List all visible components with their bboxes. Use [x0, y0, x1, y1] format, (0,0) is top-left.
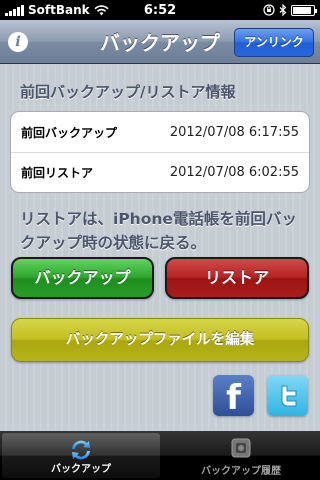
section-header: 前回バックアップ/リストア情報 [20, 83, 236, 101]
info-table: 前回バックアップ 2012/07/08 6:17:55 前回リストア 2012/… [10, 111, 310, 193]
lock-rotation-icon [263, 4, 275, 16]
battery-level [293, 6, 311, 14]
last-backup-value: 2012/07/08 6:17:55 [169, 124, 299, 140]
tab-bar: バックアップ バックアップ履歴 [0, 431, 320, 480]
restore-button[interactable]: リストア [165, 257, 309, 299]
info-button[interactable]: i [8, 32, 28, 52]
main-content: 前回バックアップ/リストア情報 前回バックアップ 2012/07/08 6:17… [0, 65, 320, 431]
tab-backup-label: バックアップ [51, 464, 111, 475]
history-icon [231, 438, 251, 458]
status-right [263, 4, 317, 16]
last-backup-label: 前回バックアップ [21, 125, 118, 140]
carrier-name: SoftBank [28, 3, 90, 17]
last-restore-value: 2012/07/08 6:02:55 [169, 165, 299, 180]
tab-backup[interactable]: バックアップ [2, 433, 160, 478]
signal-strength-icon [5, 4, 24, 16]
tab-backup-history[interactable]: バックアップ履歴 [162, 431, 320, 480]
tab-backup-history-label: バックアップ履歴 [201, 466, 281, 477]
facebook-icon[interactable]: f [213, 375, 254, 418]
bluetooth-icon [279, 4, 287, 16]
page-title: バックアップ [100, 31, 220, 55]
edit-backup-file-button[interactable]: バックアップファイルを編集 [11, 318, 309, 362]
twitter-icon[interactable] [267, 375, 308, 416]
navigation-bar: i バックアップ アンリンク [0, 20, 320, 64]
last-restore-row: 前回リストア 2012/07/08 6:02:55 [11, 152, 309, 192]
last-backup-row: 前回バックアップ 2012/07/08 6:17:55 [11, 112, 309, 152]
facebook-glyph: f [226, 378, 241, 418]
unlink-button[interactable]: アンリンク [234, 28, 314, 57]
last-restore-label: 前回リストア [21, 166, 94, 180]
battery-icon [291, 4, 317, 16]
status-bar: SoftBank 6:52 [0, 0, 320, 20]
sync-icon [72, 440, 90, 460]
twitter-bird-icon [281, 385, 296, 406]
wifi-icon [94, 4, 109, 15]
backup-button[interactable]: バックアップ [11, 257, 154, 299]
restore-description: リストアは、iPhone電話帳を前回バックアップ時の状態に戻る。 [20, 210, 297, 252]
status-left: SoftBank [5, 3, 109, 17]
